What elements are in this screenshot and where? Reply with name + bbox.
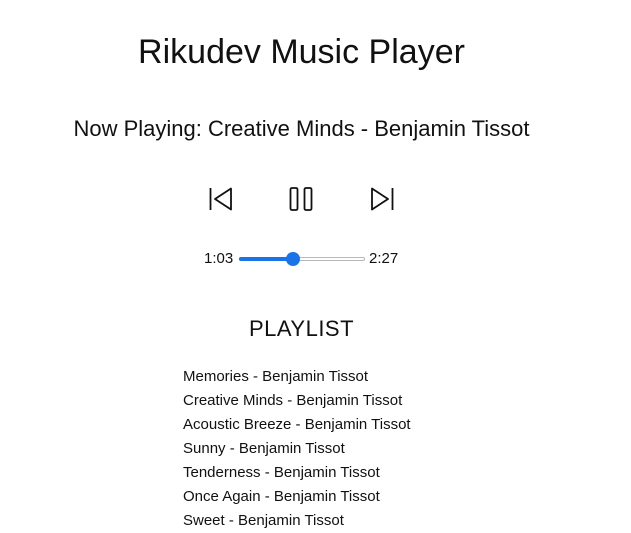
pause-button[interactable] (284, 182, 318, 216)
playlist-item[interactable]: Memories - Benjamin Tissot (183, 365, 411, 389)
now-playing-label: Now Playing: Creative Minds - Benjamin T… (73, 116, 530, 141)
seek-slider[interactable] (239, 252, 365, 266)
skip-next-icon (371, 187, 394, 211)
total-time: 2:27 (369, 250, 399, 267)
playlist-item[interactable]: Creative Minds - Benjamin Tissot (183, 389, 411, 413)
seek-thumb[interactable] (286, 252, 300, 266)
app-title: Rikudev Music Player (138, 33, 465, 71)
playlist-item[interactable]: Once Again - Benjamin Tissot (183, 485, 411, 509)
playlist-item[interactable]: Sunny - Benjamin Tissot (183, 437, 411, 461)
progress-row: 1:03 2:27 (0, 248, 603, 270)
pause-icon (289, 187, 313, 211)
seek-fill (239, 257, 293, 261)
music-player: Rikudev Music Player Now Playing: Creati… (0, 0, 631, 533)
playlist: Memories - Benjamin Tissot Creative Mind… (183, 365, 411, 533)
playlist-item[interactable]: Sweet - Benjamin Tissot (183, 509, 411, 533)
skip-previous-icon (209, 187, 232, 211)
playback-controls (0, 182, 603, 216)
playlist-item[interactable]: Acoustic Breeze - Benjamin Tissot (183, 413, 411, 437)
previous-button[interactable] (204, 182, 238, 216)
playlist-item[interactable]: Tenderness - Benjamin Tissot (183, 461, 411, 485)
next-button[interactable] (365, 182, 399, 216)
playlist-heading: PLAYLIST (248, 316, 355, 341)
current-time: 1:03 (204, 250, 234, 267)
